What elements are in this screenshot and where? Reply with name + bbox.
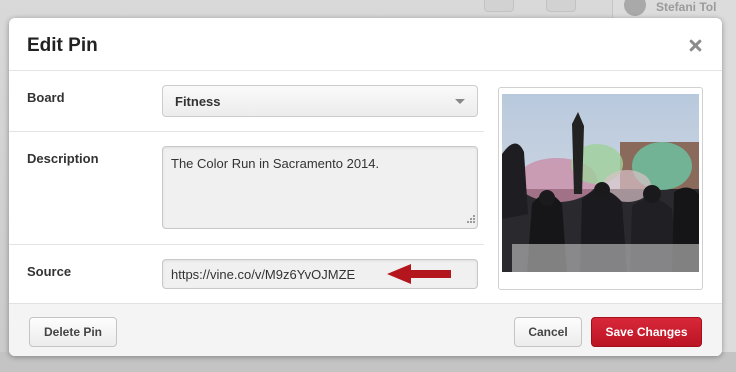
save-changes-button[interactable]: Save Changes (591, 317, 702, 347)
delete-pin-button[interactable]: Delete Pin (29, 317, 117, 347)
description-label: Description (27, 151, 99, 166)
background-button (546, 0, 576, 12)
background-button (484, 0, 514, 12)
divider (9, 70, 722, 71)
board-label: Board (27, 90, 65, 105)
pin-image-preview (498, 87, 703, 290)
resize-handle-icon[interactable] (464, 214, 476, 226)
description-textarea[interactable]: The Color Run in Sacramento 2014. (162, 146, 478, 229)
close-icon[interactable] (685, 36, 705, 56)
divider (9, 244, 484, 245)
board-select-value: Fitness (175, 94, 221, 109)
pin-image (502, 94, 699, 272)
arrow-left-icon (387, 264, 451, 284)
chevron-down-icon (455, 99, 465, 104)
divider (9, 131, 484, 132)
cancel-button[interactable]: Cancel (514, 317, 582, 347)
background-user-name: Stefani Tol (656, 0, 717, 14)
edit-pin-dialog: Edit Pin Board Fitness Description The C… (9, 18, 722, 356)
board-select[interactable]: Fitness (162, 85, 478, 117)
dialog-title: Edit Pin (27, 35, 98, 56)
dialog-footer: Delete Pin Cancel Save Changes (9, 303, 722, 356)
source-label: Source (27, 264, 72, 279)
